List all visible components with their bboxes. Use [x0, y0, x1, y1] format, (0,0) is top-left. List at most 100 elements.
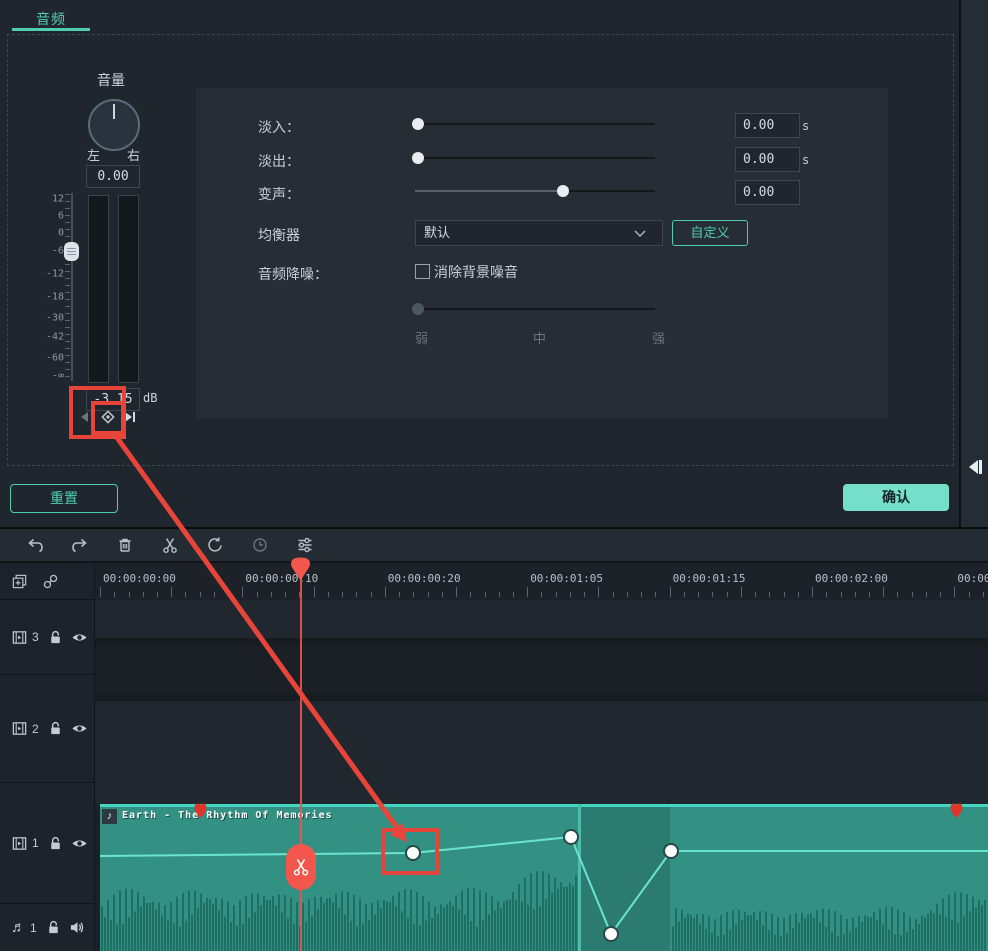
video-track-2-header: 2 [0, 675, 94, 783]
db-scale-label: 0 [58, 228, 64, 239]
ruler-tick [114, 592, 115, 597]
ruler-tick [470, 592, 471, 597]
fade-out-slider[interactable] [415, 157, 655, 159]
pitch-slider-thumb[interactable] [557, 185, 569, 197]
add-track-icon[interactable] [11, 573, 28, 590]
reset-button[interactable]: 重置 [10, 484, 118, 513]
eye-icon[interactable] [71, 629, 88, 646]
knob-needle [113, 104, 115, 119]
envelope-keyframe-dot[interactable] [664, 844, 678, 858]
envelope-line[interactable] [100, 837, 988, 934]
db-tick-marks [65, 194, 70, 380]
timeline-toolbar [0, 527, 988, 563]
envelope-keyframe-dot[interactable] [406, 846, 420, 860]
ruler-tick [285, 592, 286, 597]
lock-icon[interactable] [47, 720, 64, 737]
add-keyframe-icon[interactable] [98, 407, 118, 427]
split-scissors-icon[interactable] [161, 536, 179, 554]
chevron-down-icon [634, 230, 646, 238]
link-icon[interactable] [42, 573, 59, 590]
denoise-strength-slider[interactable] [415, 308, 655, 310]
speaker-icon[interactable] [69, 919, 86, 936]
denoise-medium-label: 中 [533, 328, 546, 347]
ruler-tick [798, 592, 799, 597]
equalizer-dropdown[interactable]: 默认 [415, 220, 663, 246]
db-scale-label: -12 [46, 269, 64, 280]
volume-balance-knob[interactable] [88, 99, 140, 151]
tab-audio[interactable]: 音频 [36, 9, 66, 29]
ruler-tick [100, 587, 101, 597]
level-meter-left [88, 195, 109, 383]
ruler-tick [869, 592, 870, 597]
fade-in-value-field[interactable]: 0.00 [735, 113, 800, 138]
eye-icon[interactable] [71, 720, 88, 737]
ruler-timestamp: 00:00:00:20 [388, 572, 461, 585]
playhead-handle[interactable] [290, 557, 311, 581]
envelope-keyframe-dot[interactable] [604, 927, 618, 941]
volume-fader-handle[interactable] [64, 242, 79, 261]
undo-icon[interactable] [26, 536, 44, 554]
fade-out-value-field[interactable]: 0.00 [735, 147, 800, 172]
envelope-keyframe-dot[interactable] [564, 830, 578, 844]
playhead-line[interactable] [300, 572, 302, 951]
ruler-tick [983, 592, 984, 597]
speed-icon[interactable] [206, 536, 224, 554]
ruler-tick [670, 587, 671, 597]
delete-icon[interactable] [116, 536, 134, 554]
ruler-timestamp: 00:00:00:00 [103, 572, 176, 585]
eye-icon[interactable] [71, 835, 88, 852]
denoise-checkbox[interactable] [415, 264, 430, 279]
db-scale-label: 12 [52, 194, 64, 205]
lock-icon[interactable] [45, 919, 62, 936]
ruler-tick [812, 587, 813, 597]
volume-label: 音量 [97, 70, 125, 90]
db-unit-label: dB [143, 391, 157, 405]
lock-icon[interactable] [47, 835, 64, 852]
fade-in-slider[interactable] [415, 123, 655, 125]
equalizer-custom-button[interactable]: 自定义 [672, 220, 748, 246]
ruler-tick [385, 587, 386, 597]
confirm-button[interactable]: 确认 [843, 484, 949, 511]
ruler-tick [841, 592, 842, 597]
ruler-tick [371, 592, 372, 597]
next-keyframe-icon[interactable] [124, 411, 136, 423]
fade-in-slider-thumb[interactable] [412, 118, 424, 130]
pitch-slider[interactable] [415, 190, 655, 192]
ruler-tick [584, 592, 585, 597]
pitch-value-field[interactable]: 0.00 [735, 180, 800, 205]
balance-left-label: 左 [87, 145, 100, 164]
timeline-ruler[interactable]: 00:00:00:0000:00:00:1000:00:00:2000:00:0… [0, 563, 988, 600]
ruler-tick [883, 587, 884, 597]
video-track-3-header: 3 [0, 600, 94, 675]
fade-out-slider-thumb[interactable] [412, 152, 424, 164]
adjust-sliders-icon[interactable] [296, 536, 314, 554]
lock-icon[interactable] [47, 629, 64, 646]
video-track-icon [11, 835, 28, 852]
volume-fader-track[interactable] [71, 193, 73, 381]
redo-icon[interactable] [71, 536, 89, 554]
video-track-3-lane[interactable] [95, 600, 988, 638]
fade-in-label: 淡入： [258, 117, 300, 137]
audio-settings-box: 淡入： 淡出： 变声： 均衡器 音频降噪： 0.00 s 0.00 s 0.00… [196, 88, 888, 418]
ruler-tick [171, 587, 172, 597]
collapse-panel-icon[interactable] [966, 458, 984, 476]
audio-track-1-header: ♬ 1 [0, 904, 94, 951]
video-track-1-lane[interactable] [95, 701, 988, 804]
scissors-icon [292, 857, 310, 877]
video-track-2-lane[interactable] [95, 646, 988, 694]
ruler-tick [485, 592, 486, 597]
ruler-tick [712, 592, 713, 597]
track-tools-header [0, 563, 94, 600]
ruler-tick [228, 592, 229, 597]
split-clip-button[interactable] [286, 844, 316, 890]
db-scale-label: -60 [46, 353, 64, 364]
ruler-timestamp: 00:00:02:00 [815, 572, 888, 585]
denoise-strength-thumb[interactable] [412, 303, 424, 315]
balance-value-field[interactable]: 0.00 [86, 165, 140, 188]
ruler-tick [214, 592, 215, 597]
ruler-tick [356, 592, 357, 597]
duration-clock-icon[interactable] [251, 536, 269, 554]
ruler-tick [598, 587, 599, 597]
volume-envelope[interactable] [95, 804, 988, 951]
prev-keyframe-icon[interactable] [80, 411, 89, 423]
